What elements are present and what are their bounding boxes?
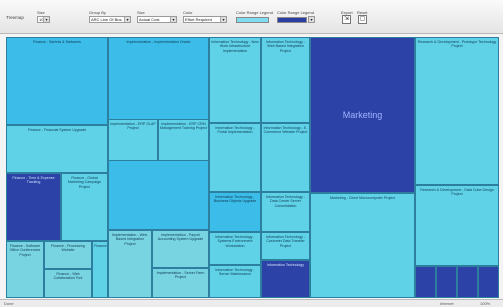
treemap-cell[interactable]: Information Technology - Web Based Integ… (261, 37, 310, 123)
chevron-down-icon: ▾ (309, 17, 314, 22)
treemap-cell[interactable]: Information Technology (261, 260, 310, 298)
size-by-select[interactable]: Actual Cost ▾ (137, 16, 177, 23)
color-legend-label: Color Range Legend (277, 10, 314, 15)
chevron-down-icon: ▾ (43, 17, 49, 22)
treemap-cell[interactable] (436, 266, 457, 298)
toolbar: Treemap Size 10 ▾ Group By ARC Line Of B… (0, 0, 503, 34)
chevron-down-icon: ▾ (170, 17, 176, 22)
treemap-cell[interactable]: Information Technology - Customer Data T… (261, 232, 310, 260)
treemap-cell[interactable] (457, 266, 478, 298)
group-by-label: Group By (89, 10, 106, 15)
treemap-cell[interactable]: Information Technology - Server Maintena… (209, 265, 261, 298)
size-select[interactable]: 10 ▾ (37, 16, 50, 23)
treemap-cell[interactable]: Information Technology - Portal Implemen… (209, 123, 261, 192)
treemap-cell[interactable]: Research & Development - Prototype Techn… (415, 37, 499, 185)
treemap-cell[interactable]: Finance - Time & Expense Tracking (6, 173, 61, 241)
status-zoom: 100% (480, 301, 491, 306)
group-by-select-value: ARC Line Of Bus. (91, 17, 123, 22)
color-select[interactable]: Effort Required ▾ (183, 16, 227, 23)
treemap-cell[interactable] (415, 266, 436, 298)
treemap-cell[interactable]: Implementation - Payroll Accounting Syst… (152, 230, 209, 268)
color-label: Color (183, 10, 193, 15)
treemap-cell[interactable]: Information Technology - Data Center Ser… (261, 192, 310, 232)
treemap-cell[interactable]: Information Technology - Systems Environ… (209, 232, 261, 265)
size-label: Size (37, 10, 45, 15)
treemap-cell[interactable]: Implementation - ERP CRM Management Trai… (158, 119, 209, 161)
treemap-cell-marketing[interactable]: Marketing (310, 37, 415, 193)
size-by-label: Size (137, 10, 145, 15)
color-legend-bar (277, 17, 307, 23)
chevron-down-icon: ▾ (220, 17, 226, 22)
treemap-cell[interactable]: Research & Development - Data Cube Desig… (415, 185, 499, 266)
group-by-select[interactable]: ARC Line Of Bus. ▾ (89, 16, 131, 23)
treemap-cell[interactable]: Finance - Web Collaboration Tool (44, 269, 92, 298)
treemap-cell[interactable]: Finance - Global Marketing Campaign Proj… (61, 173, 108, 241)
treemap-cell[interactable]: Implementation - Server Farm Project (152, 268, 209, 298)
color-range-legend (236, 17, 269, 23)
treemap-cell[interactable]: Finance - Software Office Conferences Pr… (6, 241, 44, 298)
toolbar-title: Treemap (6, 15, 24, 20)
chevron-down-icon: ▾ (124, 17, 130, 22)
treemap-cell[interactable]: Information Technology - New Work Infras… (209, 37, 261, 123)
treemap-cell[interactable]: Implementation - Web-Based Integration P… (108, 230, 152, 298)
treemap-cell[interactable]: Finance - Sarbnis & Sarbanes (6, 37, 108, 125)
export-icon[interactable]: ⇲ (342, 15, 351, 24)
treemap-cell[interactable]: Finance - Financial System Upgrade (6, 125, 108, 173)
color-range-label: Color Range Legend (236, 10, 273, 15)
color-select-value: Effort Required (185, 17, 212, 22)
treemap-cell[interactable]: Marketing - Client Microcomputer Project (310, 193, 415, 298)
treemap-cell[interactable]: Information Technology - Business Object… (209, 192, 261, 232)
treemap: Finance - Sarbnis & Sarbanes Finance - F… (6, 37, 499, 298)
status-right: Internet (440, 301, 454, 306)
size-by-select-value: Actual Cost (139, 17, 160, 22)
reset-icon[interactable]: ▢ (358, 15, 367, 24)
treemap-cell[interactable] (478, 266, 499, 298)
color-legend-select[interactable]: ▾ (308, 16, 315, 23)
treemap-cell[interactable]: Implementation - ERP OLAP Project (108, 119, 158, 161)
status-bar: Done Internet 100% (0, 299, 503, 307)
treemap-cell[interactable]: Finance - Processing Website (44, 241, 92, 269)
treemap-cell[interactable]: Finance (92, 241, 108, 298)
status-left: Done (4, 301, 14, 306)
treemap-cell[interactable]: Information Technology - E-Commerce Webs… (261, 123, 310, 192)
